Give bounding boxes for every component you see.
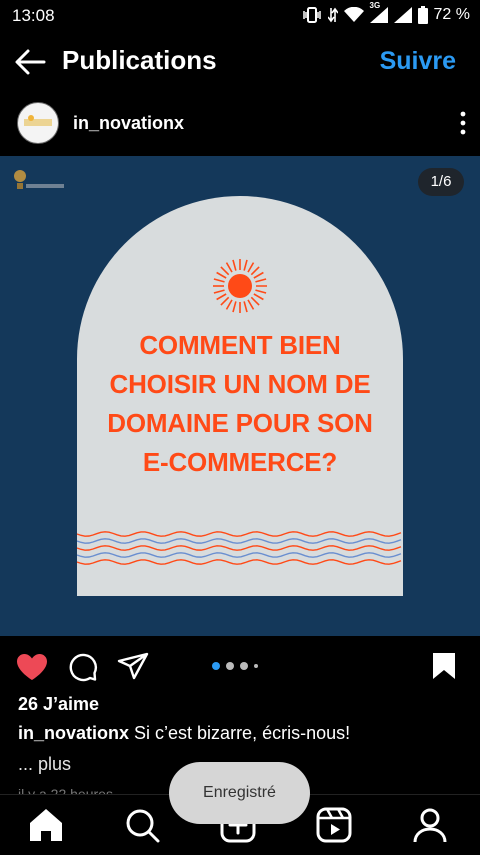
wifi-icon [343,7,364,23]
saved-toast: Enregistré [169,762,310,824]
more-options-icon[interactable] [458,110,468,136]
data-transfer-icon [327,7,338,23]
app-bar: Publications Suivre [0,32,480,92]
vibrate-icon [302,7,322,23]
page-title: Publications [62,45,217,75]
headline-line: COMMENT BIEN [139,330,341,360]
headline-card: COMMENT BIEN CHOISIR UN NOM DE DOMAINE P… [77,196,403,596]
carousel-dot [212,662,220,670]
status-time: 13:08 [12,6,55,25]
profile-icon[interactable] [410,805,450,845]
signal-icon-2 [393,7,412,23]
headline: COMMENT BIEN CHOISIR UN NOM DE DOMAINE P… [77,326,403,482]
post-header: in_novationx [0,96,480,152]
follow-button[interactable]: Suivre [380,47,456,76]
network-type: 3G [369,1,381,10]
share-icon[interactable] [117,652,149,682]
sun-icon [210,256,270,316]
battery-icon [417,6,428,24]
headline-line: DOMAINE POUR SON [107,408,373,438]
caption-more-link[interactable]: ... plus [18,754,71,775]
likes-count[interactable]: 26 J’aime [18,694,99,715]
comment-icon[interactable] [68,652,98,682]
carousel-indicator [212,662,258,670]
post-actions [0,636,480,696]
caption: in_novationx Si c’est bizarre, écris-nou… [18,723,350,744]
carousel-dot [254,664,258,668]
avatar[interactable] [17,102,59,144]
headline-line: CHOISIR UN NOM DE [109,369,371,399]
brand-logo-icon [8,164,66,198]
caption-text: Si c’est bizarre, écris-nous! [134,723,351,743]
back-arrow-icon[interactable] [14,48,46,76]
waves-decoration [77,526,403,596]
carousel-dot [226,662,234,670]
slide-counter: 1/6 [418,168,464,196]
caption-username[interactable]: in_novationx [18,723,129,743]
status-bar: 13:08 3G 72 % [0,0,480,32]
heart-icon[interactable] [16,653,48,681]
battery-level: 72 % [433,6,470,23]
post-username[interactable]: in_novationx [73,113,184,134]
headline-line: E-COMMERCE? [142,447,338,477]
reels-icon[interactable] [314,805,354,845]
search-icon[interactable] [122,805,162,845]
bookmark-icon[interactable] [432,652,456,680]
carousel-dot [240,662,248,670]
signal-icon: 3G [369,1,388,23]
post-image[interactable]: 1/6 COMMENT BIEN CHOISIR UN NOM DE DOMAI… [0,156,480,636]
home-icon[interactable] [26,805,66,845]
